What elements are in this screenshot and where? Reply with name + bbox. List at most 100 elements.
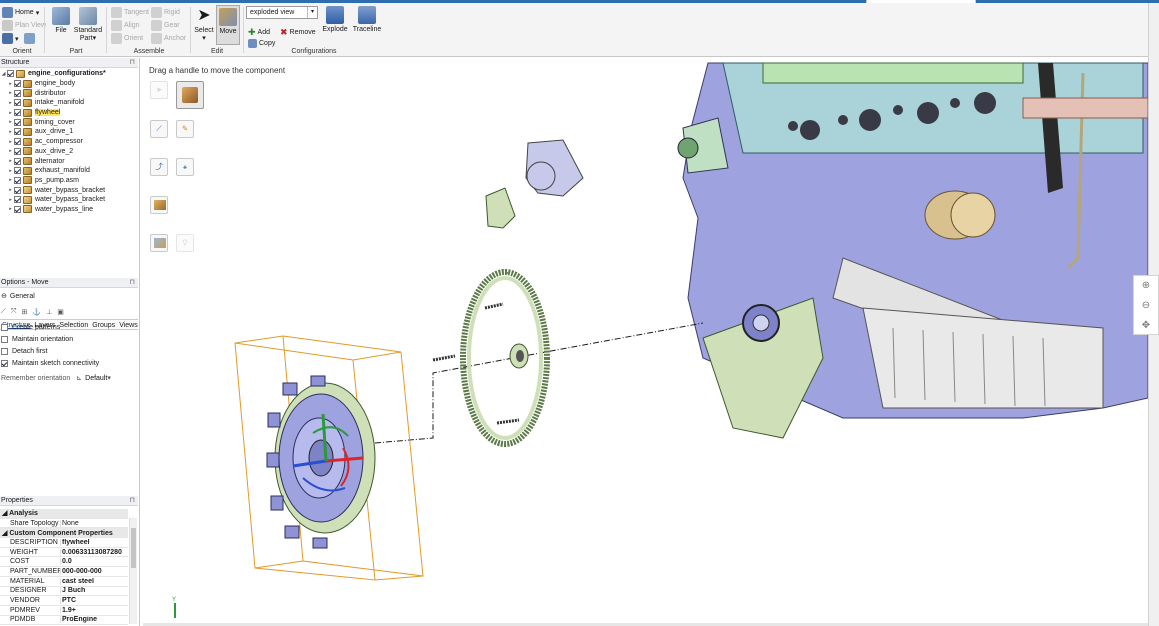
standard-part-button[interactable]: Standard Part▾ [72, 7, 104, 43]
tree-root[interactable]: ◢ engine_configurations* [0, 69, 138, 79]
checkbox[interactable] [1, 336, 8, 343]
visibility-checkbox[interactable] [14, 157, 21, 165]
property-row[interactable]: PART_NUMBER 000-000-000 [0, 567, 128, 577]
zoom-in-icon[interactable]: ⊕ [1134, 276, 1158, 296]
visibility-checkbox[interactable] [14, 89, 21, 97]
visibility-checkbox[interactable] [14, 138, 21, 146]
home-button[interactable]: Home ▾ [2, 7, 39, 18]
tree-item[interactable]: ▸ timing_cover [0, 117, 138, 127]
property-row[interactable]: PDMREV 1.9+ [0, 606, 128, 616]
tree-item[interactable]: ▸ alternator [0, 156, 138, 166]
detach-first-option[interactable]: Detach first [1, 348, 47, 355]
plan-view-button[interactable]: Plan View [2, 20, 46, 31]
anchor-button[interactable]: Anchor [151, 33, 186, 44]
property-row[interactable]: MATERIAL cast steel [0, 577, 128, 587]
zoom-out-icon[interactable]: ⊖ [1134, 296, 1158, 316]
tree-item[interactable]: ▸ exhaust_manifold [0, 166, 138, 176]
dimension-icon[interactable]: ▣ [57, 308, 64, 316]
chevron-down-icon[interactable]: ▾ [307, 7, 317, 18]
expand-icon[interactable]: ▸ [7, 197, 14, 203]
tree-item[interactable]: ▸ flywheel [0, 108, 138, 118]
align-button[interactable]: Align [111, 20, 140, 31]
tree-item[interactable]: ▸ water_bypass_bracket [0, 195, 138, 205]
scroll-thumb[interactable] [131, 528, 136, 568]
ruler-icon[interactable]: ⊞ [22, 308, 28, 316]
expand-icon[interactable]: ▸ [7, 129, 14, 135]
explode-button[interactable]: Explode [320, 6, 350, 34]
checkbox[interactable] [1, 348, 8, 355]
property-row[interactable]: WEIGHT 0.00633113087280 [0, 548, 128, 558]
expand-icon[interactable]: ▸ [7, 148, 14, 154]
create-patterns-option[interactable]: Create patterns [1, 324, 60, 331]
visibility-checkbox[interactable] [14, 80, 21, 88]
visibility-checkbox[interactable] [14, 128, 21, 136]
traceline-button[interactable]: Traceline [350, 6, 384, 34]
expand-icon[interactable]: ▸ [7, 100, 14, 106]
expand-icon[interactable]: ◢ [0, 71, 7, 77]
expand-icon[interactable]: ▸ [7, 90, 14, 96]
tree-item[interactable]: ▸ aux_drive_1 [0, 127, 138, 137]
tree-item[interactable]: ▸ intake_manifold [0, 98, 138, 108]
tree-item[interactable]: ▸ ps_pump.asm [0, 176, 138, 186]
tab-selection[interactable]: Selection [57, 320, 90, 329]
ring-gear[interactable] [432, 269, 550, 447]
general-section[interactable]: ⊖ General [1, 292, 35, 301]
tree-item[interactable]: ▸ water_bypass_bracket [0, 185, 138, 195]
maintain-orientation-option[interactable]: Maintain orientation [1, 336, 73, 343]
tree-item[interactable]: ▸ ac_compressor [0, 137, 138, 147]
tree-item[interactable]: ▸ distributor [0, 88, 138, 98]
property-row[interactable]: VENDOR PTC [0, 596, 128, 606]
visibility-checkbox[interactable] [14, 99, 21, 107]
anchor-icon[interactable]: ⚓ [32, 308, 41, 316]
custom-section[interactable]: ◢ Custom Component Properties [0, 528, 128, 539]
expand-icon[interactable]: ▸ [7, 158, 14, 164]
copy-button[interactable]: Copy [248, 39, 275, 48]
expand-icon[interactable]: ▸ [7, 206, 14, 212]
maintain-sketch-option[interactable]: Maintain sketch connectivity [1, 360, 99, 367]
checkbox[interactable] [1, 324, 8, 331]
property-row[interactable]: DESCRIPTION flywheel [0, 538, 128, 548]
view-cube-button[interactable]: ▾ [2, 33, 35, 44]
select-button[interactable]: ➤ Select ▾ [193, 7, 215, 43]
rigid-button[interactable]: Rigid [151, 7, 180, 18]
expand-icon[interactable]: ▸ [7, 110, 14, 116]
property-row[interactable]: COST 0.0 [0, 557, 128, 568]
visibility-checkbox[interactable] [7, 70, 14, 78]
tab-views[interactable]: Views [117, 320, 140, 329]
expand-icon[interactable]: ▸ [7, 168, 14, 174]
configuration-combo[interactable]: exploded view ▾ [246, 6, 318, 19]
file-button[interactable]: File [50, 7, 72, 35]
tangent-button[interactable]: Tangent [111, 7, 149, 18]
grid-icon[interactable]: ⊥ [46, 308, 52, 316]
pin-icon[interactable]: ⊓ [130, 58, 135, 68]
move-button[interactable]: Move [216, 5, 240, 45]
visibility-checkbox[interactable] [14, 109, 21, 117]
add-button[interactable]: ✚ Add [248, 27, 270, 38]
sensor-bracket[interactable] [485, 139, 584, 229]
visibility-checkbox[interactable] [14, 196, 21, 204]
collapse-icon[interactable]: ⊖ [1, 292, 7, 300]
visibility-checkbox[interactable] [14, 147, 21, 155]
visibility-checkbox[interactable] [14, 167, 21, 175]
property-row[interactable]: Share Topology None [0, 519, 128, 529]
pan-icon[interactable]: ✥ [1134, 316, 1158, 336]
visibility-checkbox[interactable] [14, 186, 21, 194]
remove-button[interactable]: ✖ Remove [280, 27, 316, 38]
checkbox[interactable] [1, 360, 8, 367]
tree-item[interactable]: ▸ engine_body [0, 79, 138, 89]
tree-item[interactable]: ▸ aux_drive_2 [0, 147, 138, 157]
expand-icon[interactable]: ▸ [7, 187, 14, 193]
properties-scrollbar[interactable] [129, 518, 137, 624]
expand-icon[interactable]: ▸ [7, 139, 14, 145]
tree-item[interactable]: ▸ water_bypass_line [0, 205, 138, 215]
tab-groups[interactable]: Groups [90, 320, 117, 329]
expand-icon[interactable]: ▸ [7, 119, 14, 125]
gear-button[interactable]: Gear [151, 20, 180, 31]
analysis-section[interactable]: ◢ Analysis [0, 509, 128, 519]
visibility-checkbox[interactable] [14, 205, 21, 213]
visibility-checkbox[interactable] [14, 118, 21, 126]
orient-button[interactable]: Orient [111, 33, 143, 44]
3d-viewport[interactable]: Drag a handle to move the component ➤ ⟋ … [143, 58, 1148, 624]
pin-icon[interactable]: ⊓ [130, 496, 135, 506]
pull-icon[interactable]: ⟋ [1, 308, 6, 316]
